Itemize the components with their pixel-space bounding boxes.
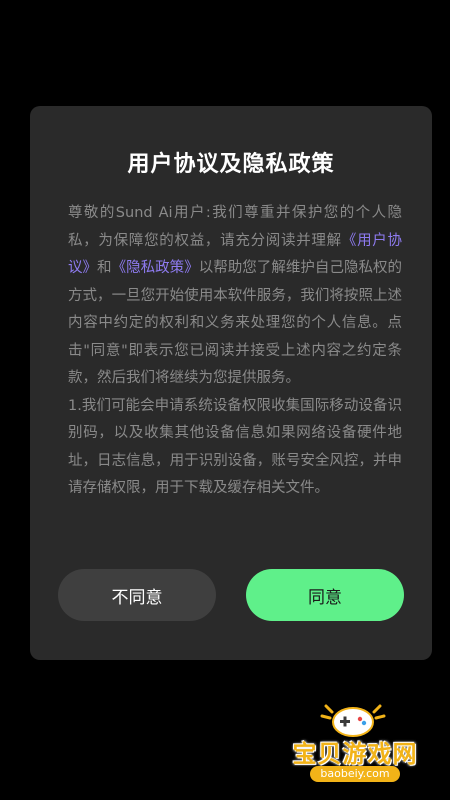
privacy-dialog: 用户协议及隐私政策 尊敬的Sund Ai用户:我们尊重并保护您的个人隐私，为保障… — [30, 106, 432, 660]
privacy-policy-link[interactable]: 《隐私政策》 — [112, 260, 199, 276]
intro-text-after: 以帮助您了解维护自己隐私权的方式，一旦您开始使用本软件服务，我们将按照上述内容中… — [68, 260, 402, 386]
agree-button[interactable]: 同意 — [246, 569, 404, 621]
watermark-url: baobeiy.com — [310, 766, 400, 782]
dialog-body[interactable]: 尊敬的Sund Ai用户:我们尊重并保护您的个人隐私，为保障您的权益，请充分阅读… — [68, 200, 402, 545]
dialog-title: 用户协议及隐私政策 — [127, 152, 335, 177]
intro-paragraph: 尊敬的Sund Ai用户:我们尊重并保护您的个人隐私，为保障您的权益，请充分阅读… — [68, 200, 402, 393]
watermark: 宝贝游戏网 baobeiy.com — [270, 700, 440, 790]
watermark-title: 宝贝游戏网 — [292, 740, 418, 768]
screen: 用户协议及隐私政策 尊敬的Sund Ai用户:我们尊重并保护您的个人隐私，为保障… — [0, 0, 450, 800]
and-text: 和 — [97, 260, 112, 276]
permission-item-1: 1.我们可能会申请系统设备权限收集国际移动设备识别码，以及收集其他设备信息如果网… — [68, 397, 402, 497]
disagree-button[interactable]: 不同意 — [58, 569, 216, 621]
